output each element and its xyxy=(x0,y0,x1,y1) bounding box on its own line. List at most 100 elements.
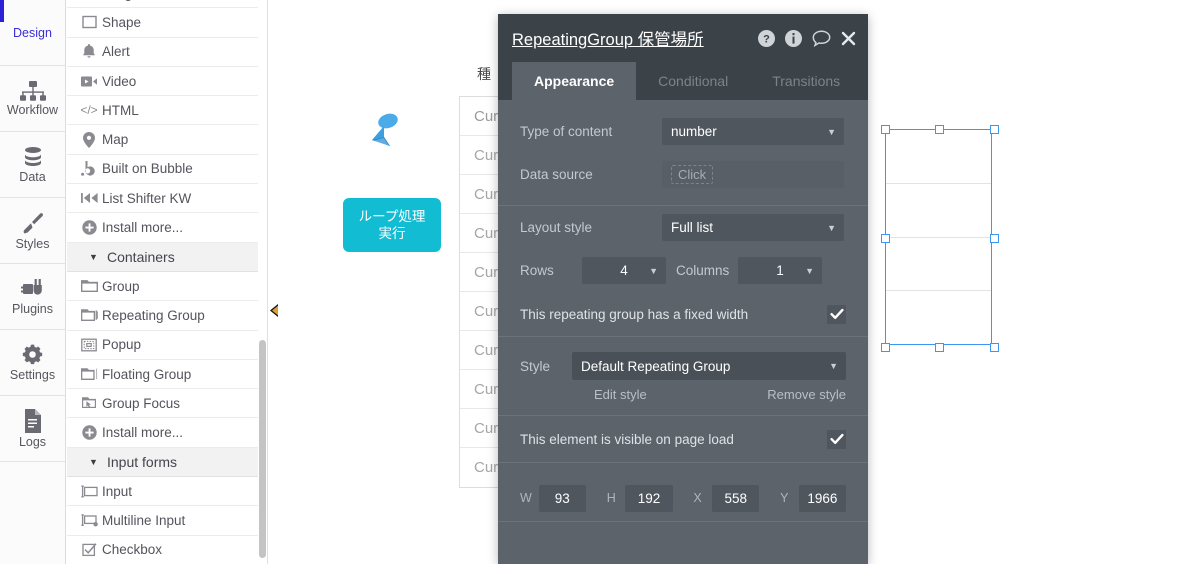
palette-item-label: Floating Group xyxy=(102,366,192,382)
row-divider xyxy=(886,183,991,184)
palette-item-install-more-1[interactable]: Install more... xyxy=(67,213,263,243)
page-title[interactable]: RepeatingGroup 保管場所 xyxy=(512,26,704,50)
x-input[interactable]: 558 xyxy=(712,484,760,512)
edit-style-link[interactable]: Edit style xyxy=(594,387,647,402)
palette-item-shape[interactable]: Shape xyxy=(67,8,263,38)
gear-icon xyxy=(21,343,44,366)
palette-item-floating-group[interactable]: Floating Group xyxy=(67,359,263,390)
comment-icon[interactable] xyxy=(812,30,831,47)
property-editor-panel: RepeatingGroup 保管場所 ? Appearance Conditi… xyxy=(498,14,868,564)
resize-handle-top-left[interactable] xyxy=(880,124,890,134)
style-dropdown[interactable]: Default Repeating Group ▼ xyxy=(572,352,846,380)
resize-handle-middle-left[interactable] xyxy=(880,233,890,243)
palette-item-repeating-group[interactable]: Repeating Group xyxy=(67,301,263,331)
remove-style-link[interactable]: Remove style xyxy=(767,387,846,402)
map-pin-icon xyxy=(76,131,102,148)
property-panel-header: RepeatingGroup 保管場所 ? xyxy=(498,14,868,62)
plus-circle-icon xyxy=(76,425,102,440)
rail-item-label: Plugins xyxy=(12,301,53,316)
height-label: H xyxy=(606,491,616,505)
loop-execute-button[interactable]: ループ処理 実行 xyxy=(343,198,441,252)
square-icon xyxy=(76,15,102,29)
folder-icon xyxy=(76,279,102,293)
width-input[interactable]: 93 xyxy=(538,484,586,512)
palette-item-label: Shape xyxy=(102,14,142,30)
tab-appearance[interactable]: Appearance xyxy=(512,62,637,100)
tab-label: Appearance xyxy=(534,73,615,89)
palette-item-alert[interactable]: Alert xyxy=(67,37,263,67)
database-icon xyxy=(22,146,44,168)
palette-item-group-focus[interactable]: Group Focus xyxy=(67,389,263,419)
resize-handle-bottom-left[interactable] xyxy=(880,342,890,352)
palette-item-multiline-input[interactable]: Multiline Input xyxy=(67,506,263,536)
palette-item-label: Alert xyxy=(102,44,130,60)
palette-item-popup[interactable]: Popup xyxy=(67,330,263,360)
tab-transitions[interactable]: Transitions xyxy=(750,62,862,100)
row-layout-style: Layout style Full list ▼ xyxy=(498,206,868,249)
palette-item-label: Input xyxy=(102,483,133,499)
palette-item-label: Map xyxy=(102,132,129,148)
tab-label: Conditional xyxy=(658,73,729,89)
rail-item-logs[interactable]: Logs xyxy=(0,396,65,462)
rail-item-data[interactable]: Data xyxy=(0,132,65,198)
rail-item-plugins[interactable]: Plugins xyxy=(0,264,65,330)
workflow-icon xyxy=(19,80,46,101)
multiline-input-icon xyxy=(76,514,102,527)
input-icon xyxy=(76,485,102,498)
palette-item-group[interactable]: Group xyxy=(67,271,263,302)
columns-dropdown[interactable]: 1 ▼ xyxy=(738,257,822,284)
fixed-width-checkbox[interactable] xyxy=(827,304,846,324)
resize-handle-bottom-center[interactable] xyxy=(935,342,944,352)
palette-item-install-more-2[interactable]: Install more... xyxy=(67,418,263,448)
palette-item-map[interactable]: Map xyxy=(67,125,263,155)
row-style-links: Edit style Remove style xyxy=(498,383,868,405)
data-source-label: Data source xyxy=(520,167,593,182)
help-icon[interactable]: ? xyxy=(758,29,775,47)
height-input[interactable]: 192 xyxy=(625,484,673,512)
columns-value: 1 xyxy=(776,263,784,278)
columns-label: Columns xyxy=(676,263,730,278)
floating-group-icon xyxy=(76,367,102,381)
checkbox-icon xyxy=(76,543,102,557)
palette-item-list-shifter-kw[interactable]: List Shifter KW xyxy=(67,184,263,214)
tab-conditional[interactable]: Conditional xyxy=(636,62,750,100)
data-source-input[interactable]: Click xyxy=(662,161,844,188)
bubble-editor-window: Design Workflow Data Styles Plugins Sett… xyxy=(0,0,1200,564)
palette-item-image[interactable]: Image xyxy=(67,0,263,9)
selected-repeating-group[interactable] xyxy=(880,124,999,352)
rail-item-settings[interactable]: Settings xyxy=(0,330,65,396)
palette-section-input-forms[interactable]: ▼ Input forms xyxy=(67,447,263,478)
resize-handle-bottom-right[interactable] xyxy=(989,342,999,352)
palette-item-label: Checkbox xyxy=(102,542,163,558)
rail-item-design[interactable]: Design xyxy=(0,0,65,66)
resize-handle-middle-right[interactable] xyxy=(989,233,999,243)
palette-item-checkbox[interactable]: Checkbox xyxy=(67,535,263,564)
type-of-content-label: Type of content xyxy=(520,124,613,139)
row-rows-columns: Rows 4 ▼ Columns 1 ▼ xyxy=(498,249,868,292)
palette-item-input[interactable]: Input xyxy=(67,477,263,507)
y-input[interactable]: 1966 xyxy=(798,484,846,512)
close-icon[interactable] xyxy=(841,31,856,46)
rail-item-label: Logs xyxy=(18,434,47,449)
type-of-content-dropdown[interactable]: number ▼ xyxy=(662,118,844,145)
info-icon[interactable] xyxy=(785,29,802,47)
style-value: Default Repeating Group xyxy=(581,358,731,374)
triangle-left-icon[interactable] xyxy=(268,303,280,317)
resize-handle-top-right[interactable] xyxy=(989,124,999,134)
palette-section-containers[interactable]: ▼ Containers xyxy=(67,242,263,272)
rail-item-styles[interactable]: Styles xyxy=(0,198,65,264)
resize-handle-top-center[interactable] xyxy=(935,124,944,134)
visible-on-load-checkbox[interactable] xyxy=(827,429,846,449)
row-style: Style Default Repeating Group ▼ xyxy=(498,349,868,383)
layout-style-dropdown[interactable]: Full list ▼ xyxy=(662,214,844,241)
rows-dropdown[interactable]: 4 ▼ xyxy=(582,257,666,284)
palette-scrollbar-thumb[interactable] xyxy=(259,340,266,558)
palette-item-html[interactable]: </> HTML xyxy=(67,96,263,126)
palette-item-built-on-bubble[interactable]: Built on Bubble xyxy=(67,154,263,185)
palette-item-video[interactable]: Video xyxy=(67,66,263,97)
chevron-down-icon: ▼ xyxy=(827,222,836,233)
rail-item-workflow[interactable]: Workflow xyxy=(0,66,65,132)
popup-icon xyxy=(76,338,102,352)
palette-item-label: HTML xyxy=(102,102,139,118)
property-panel-tabs: Appearance Conditional Transitions xyxy=(498,62,868,100)
